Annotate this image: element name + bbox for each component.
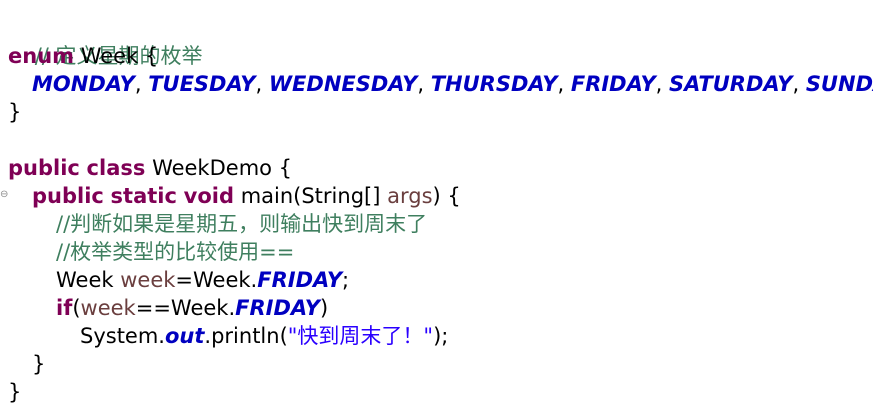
system-ref: System. <box>80 324 165 348</box>
enum-constant: WEDNESDAY <box>268 72 418 96</box>
paren-open: ( <box>72 296 81 320</box>
variable-week: week <box>80 296 136 320</box>
close-brace: } <box>32 352 46 376</box>
method-signature: main(String[] <box>240 184 381 208</box>
comment-line: //枚举类型的比较使用== <box>56 240 295 264</box>
paren-close: ) <box>319 296 329 320</box>
code-editor[interactable]: ⊖ // 定义星期的枚举 enum Week { MONDAY, TUESDAY… <box>0 0 873 420</box>
code-line-11: if(week==Week.FRIDAY) <box>56 294 328 322</box>
code-line-6: public class WeekDemo { <box>8 154 292 182</box>
compare-expr: ==Week. <box>135 296 236 320</box>
enum-constant: TUESDAY <box>148 72 256 96</box>
code-line-1: // 定义星期的枚举 <box>8 14 203 68</box>
variable-week: week <box>120 268 176 292</box>
keyword-void: void <box>183 184 234 208</box>
string-literal: "快到周末了！" <box>287 324 434 348</box>
enum-constant-ref: FRIDAY <box>235 296 320 320</box>
call-end: ); <box>433 324 449 348</box>
enum-constant: MONDAY <box>32 72 135 96</box>
keyword-class: class <box>86 156 146 180</box>
keyword-enum: enum <box>8 44 75 68</box>
enum-constant-ref: FRIDAY <box>257 268 343 292</box>
close-brace: } <box>8 380 22 404</box>
code-line-13: } <box>32 350 45 378</box>
separator: , <box>557 72 565 96</box>
separator: , <box>255 72 263 96</box>
println-call: .println( <box>204 324 288 348</box>
separator: , <box>417 72 425 96</box>
code-line-14: } <box>8 378 21 406</box>
class-name: WeekDemo { <box>152 156 293 180</box>
code-line-2: enum Week { <box>8 42 158 70</box>
comment-line: //判断如果是星期五，则输出快到周末了 <box>56 212 428 236</box>
separator: , <box>655 72 663 96</box>
keyword-public: public <box>8 156 80 180</box>
separator: , <box>792 72 800 96</box>
fold-collapse-icon[interactable]: ⊖ <box>0 190 8 200</box>
enum-constant: SUNDAY <box>805 72 873 96</box>
close-brace: } <box>8 100 22 124</box>
enum-constant: FRIDAY <box>570 72 656 96</box>
enum-constant: SATURDAY <box>669 72 793 96</box>
code-line-9: //枚举类型的比较使用== <box>56 238 294 266</box>
keyword-if: if <box>56 296 73 320</box>
static-field-out: out <box>164 324 205 348</box>
assign-expr: =Week. <box>175 268 258 292</box>
code-line-10: Week week=Week.FRIDAY; <box>56 266 349 294</box>
code-line-7: public static void main(String[] args) { <box>32 182 461 210</box>
method-signature-end: ) { <box>432 184 461 208</box>
code-line-4: } <box>8 98 21 126</box>
enum-name: Week { <box>80 44 159 68</box>
code-line-12: System.out.println("快到周末了！"); <box>80 322 448 350</box>
code-line-3: MONDAY, TUESDAY, WEDNESDAY, THURSDAY, FR… <box>32 70 873 98</box>
separator: , <box>134 72 142 96</box>
keyword-static: static <box>110 184 177 208</box>
semicolon: ; <box>342 268 350 292</box>
code-line-8: //判断如果是星期五，则输出快到周末了 <box>56 210 427 238</box>
keyword-public: public <box>32 184 104 208</box>
method-param: args <box>387 184 433 208</box>
enum-constant: THURSDAY <box>430 72 558 96</box>
type-name: Week <box>56 268 114 292</box>
